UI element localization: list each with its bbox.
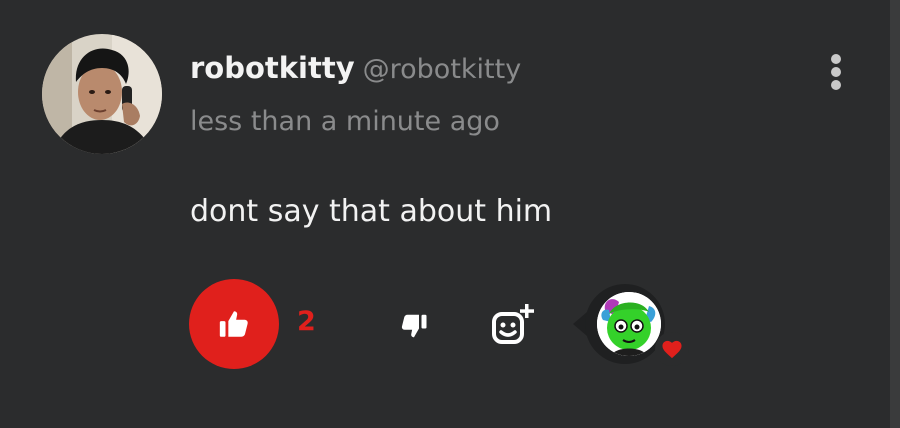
like-button[interactable]	[189, 279, 279, 369]
more-options-button[interactable]	[822, 52, 850, 92]
more-vertical-icon	[831, 54, 841, 64]
add-reaction-button[interactable]	[489, 300, 539, 350]
avatar-photo-icon	[42, 34, 162, 154]
user-avatar[interactable]	[42, 34, 162, 154]
like-count: 2	[297, 306, 316, 337]
comment-body: dont say that about him	[190, 194, 553, 229]
thumbs-down-icon	[401, 314, 427, 338]
add-reaction-icon	[492, 304, 534, 344]
thumbs-up-icon	[219, 311, 248, 337]
more-vertical-icon-dot	[831, 80, 841, 90]
comment-card: robotkitty @robotkitty less than a minute…	[0, 0, 890, 428]
reactor-avatar-icon	[597, 292, 661, 356]
dislike-button[interactable]	[394, 306, 434, 346]
user-handle[interactable]: @robotkitty	[363, 54, 522, 85]
reaction-badge	[655, 332, 689, 366]
comment-timestamp: less than a minute ago	[190, 106, 500, 137]
more-vertical-icon-dot	[831, 67, 841, 77]
comment-header: robotkitty @robotkitty	[190, 51, 521, 85]
scrollbar[interactable]	[890, 0, 900, 428]
reactor-avatar[interactable]	[597, 292, 661, 356]
username[interactable]: robotkitty	[190, 51, 355, 85]
reaction-summary[interactable]	[571, 284, 689, 369]
heart-icon	[662, 340, 682, 359]
